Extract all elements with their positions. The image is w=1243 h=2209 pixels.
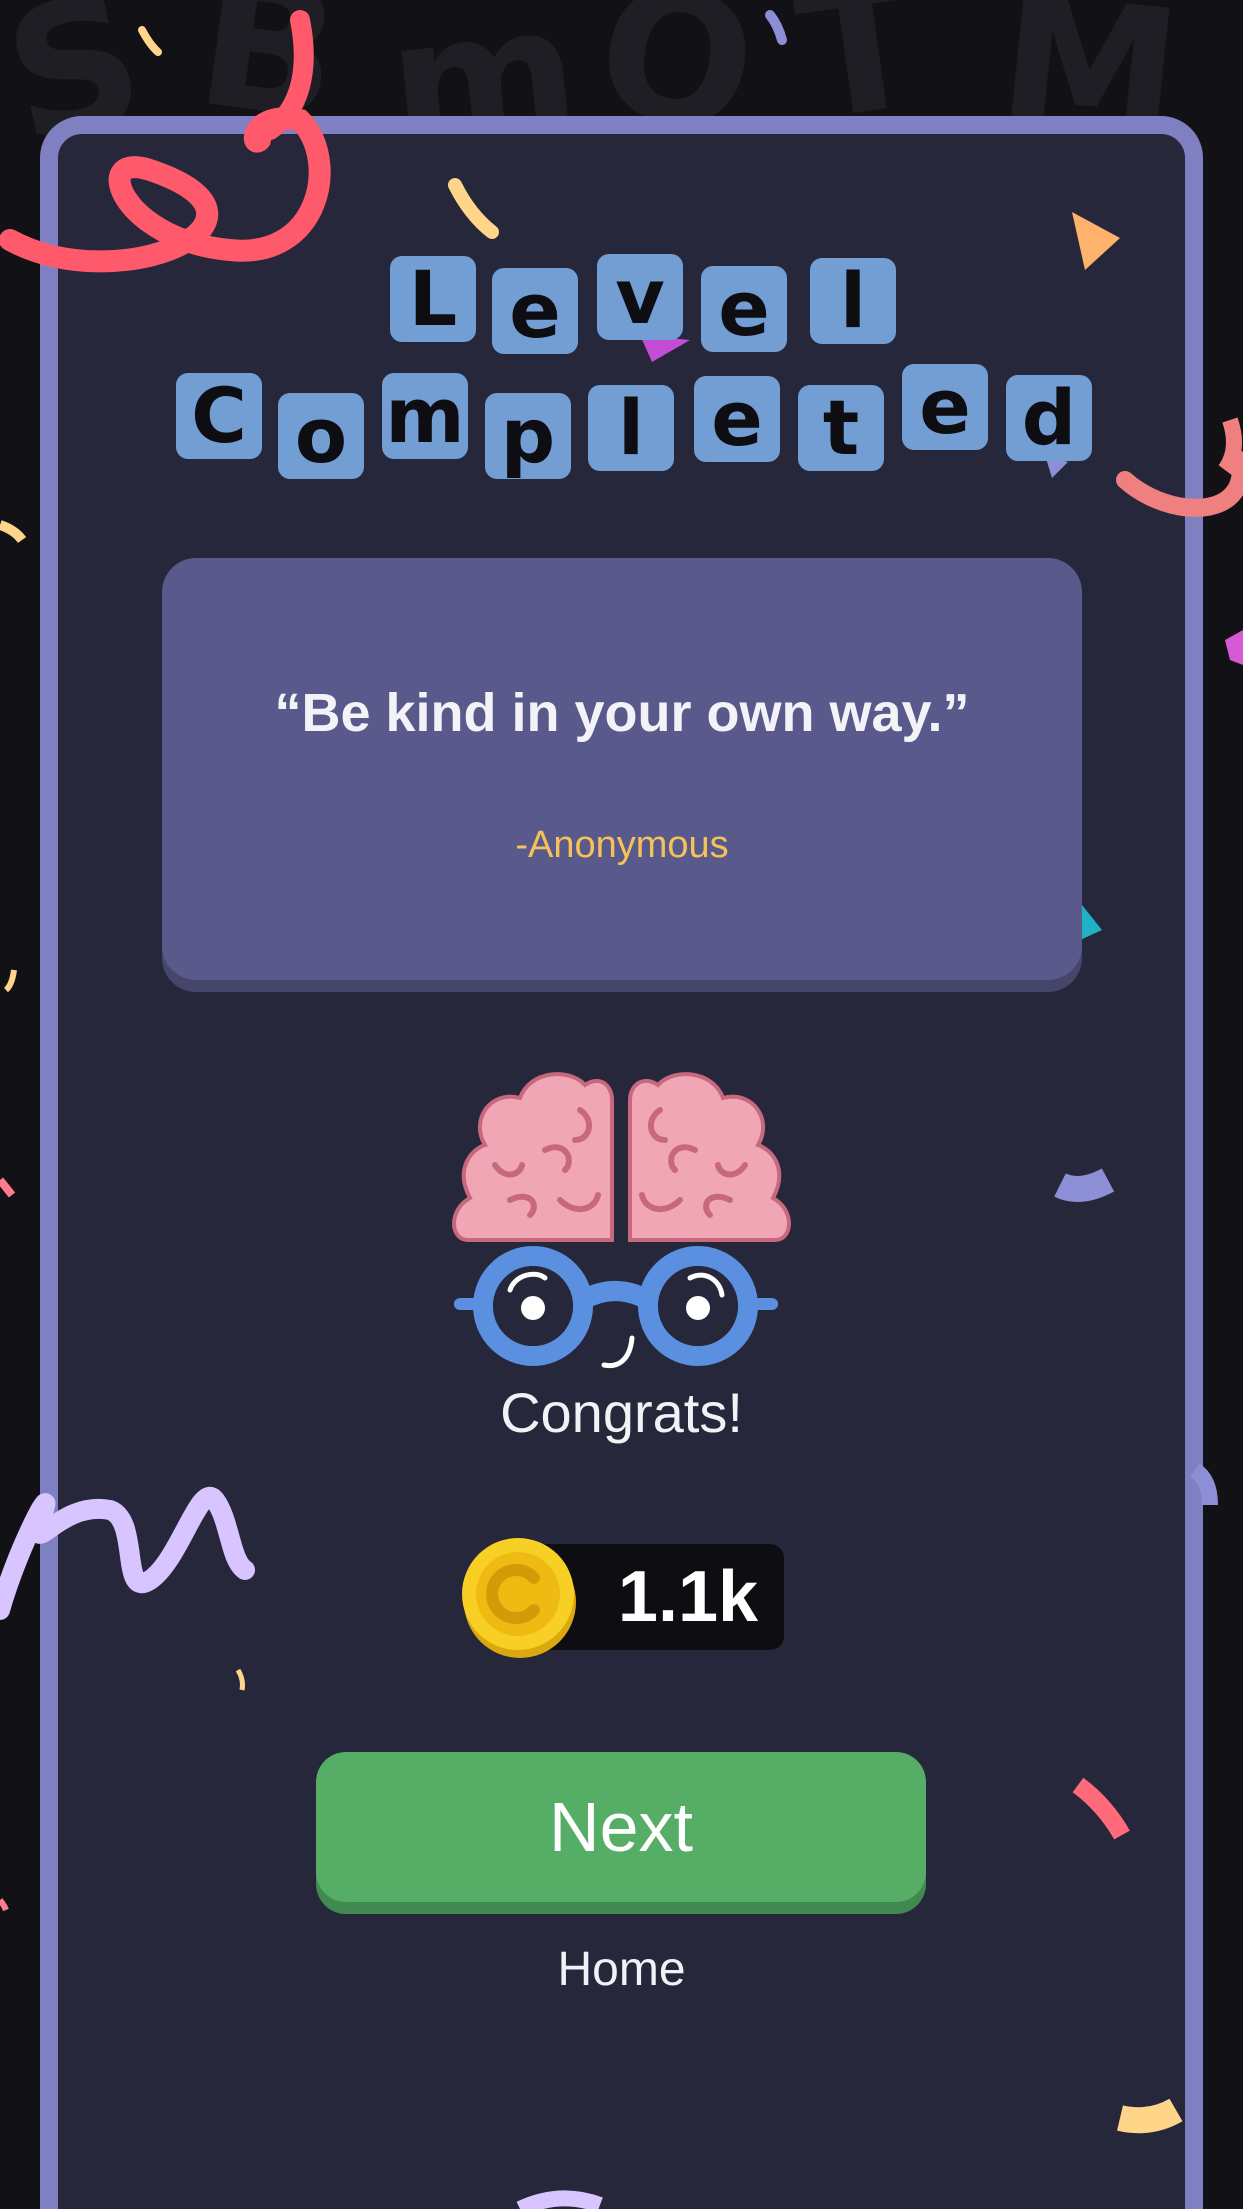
quote-card: “Be kind in your own way.” -Anonymous [162,558,1082,980]
level-complete-screen: S B m Q T M L e v e l C o m p l e t e d … [0,0,1243,2209]
congrats-label: Congrats! [500,1381,743,1444]
title-tile: e [492,268,578,354]
quote-author: -Anonymous [515,824,729,866]
title-tile: l [810,258,896,344]
home-button[interactable]: Home [0,1942,1243,1997]
coin-count: 1.1k [617,1557,759,1637]
title-tile: e [902,364,988,450]
next-button[interactable]: Next [316,1752,926,1902]
title-tile: t [798,385,884,471]
title-tile: o [278,393,364,479]
title-tile: m [382,373,468,459]
title-tile: L [390,256,476,342]
title-tile: p [485,393,571,479]
title-tile: C [176,373,262,459]
title-tile: e [701,266,787,352]
title-tile: e [694,376,780,462]
title-tile: d [1006,375,1092,461]
gold-coin-icon [462,1538,576,1658]
title-tile: v [597,254,683,340]
title-tile: l [588,385,674,471]
quote-text: “Be kind in your own way.” [274,683,970,743]
